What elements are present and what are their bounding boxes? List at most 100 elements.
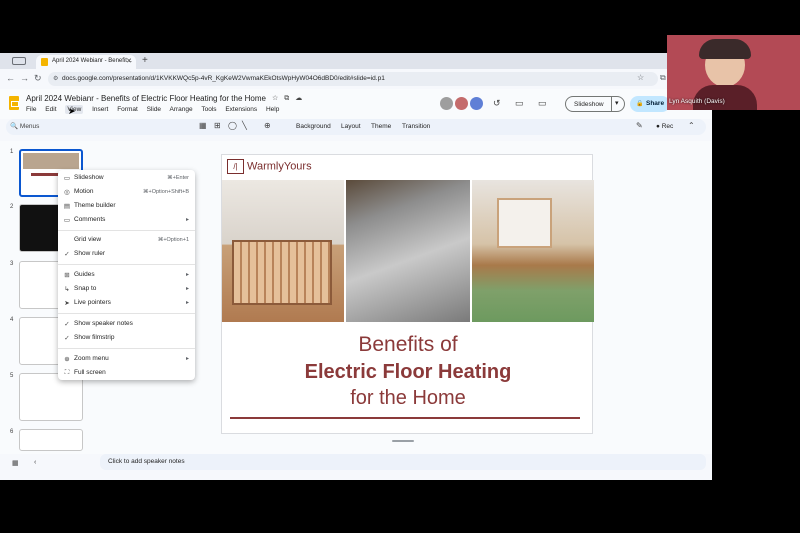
menu-item-show-filmstrip[interactable]: ✓ Show filmstrip (58, 333, 195, 345)
share-button[interactable]: 🔒 Share (630, 96, 670, 112)
menu-item-label: Show filmstrip (74, 334, 115, 341)
guides-icon: ⊞ (64, 272, 70, 279)
submenu-arrow-icon: ▸ (185, 356, 189, 362)
avatar[interactable] (470, 97, 483, 110)
floor-photo-1[interactable] (222, 180, 344, 322)
menu-item-snap-to[interactable]: ↳ Snap to ▸ (58, 284, 195, 296)
slide-number: 6 (10, 429, 14, 435)
url-input[interactable]: ⚙ docs.google.com/presentation/d/1KVKKWQ… (48, 72, 658, 86)
menu-item-theme-builder[interactable]: ▤ Theme builder (58, 201, 195, 213)
snap-icon: ↳ (64, 286, 70, 293)
grid-view-icon[interactable]: ▦ (12, 459, 19, 467)
tab-search-icon[interactable] (12, 57, 26, 65)
document-title[interactable]: April 2024 Webianr - Benefits of Electri… (26, 94, 266, 103)
avatar[interactable] (440, 97, 453, 110)
menu-format[interactable]: Format (117, 106, 138, 113)
slideshow-button[interactable]: Slideshow ▾ (565, 96, 625, 112)
menu-insert[interactable]: Insert (92, 106, 108, 113)
speaker-notes-placeholder: Click to add speaker notes (108, 458, 185, 465)
line-icon[interactable]: ╲ (242, 121, 247, 130)
cloud-status-icon[interactable]: ☁ (295, 95, 302, 102)
menu-tools[interactable]: Tools (201, 106, 216, 113)
collapse-toolbar-icon[interactable]: ⌃ (688, 121, 695, 130)
menu-item-grid-view[interactable]: Grid view ⌘+Option+1 (58, 235, 195, 247)
site-info-icon[interactable]: ⚙ (53, 75, 58, 82)
menu-item-zoom-menu[interactable]: ⊕ Zoom menu ▸ (58, 354, 195, 366)
slide-number: 3 (10, 261, 14, 267)
theme-button[interactable]: Theme (371, 123, 391, 130)
collapse-filmstrip-icon[interactable]: ‹ (34, 459, 36, 466)
view-menu: ▭ Slideshow ⌘+Enter ◎ Motion ⌘+Option+Sh… (58, 170, 195, 380)
menu-item-motion[interactable]: ◎ Motion ⌘+Option+Shift+B (58, 187, 195, 199)
logo-text: WarmlyYours (247, 160, 312, 173)
rec-label: Rec (661, 123, 674, 130)
menu-item-label: Grid view (74, 236, 102, 243)
menu-arrange[interactable]: Arrange (170, 106, 193, 113)
speaker-notes[interactable]: Click to add speaker notes (100, 454, 706, 470)
menu-bar: File Edit View Insert Format Slide Arran… (26, 105, 286, 114)
pointer-icon: ➤ (64, 300, 70, 307)
history-icon[interactable]: ↺ (493, 98, 501, 109)
menu-item-guides[interactable]: ⊞ Guides ▸ (58, 270, 195, 282)
thumb-image (23, 153, 79, 169)
share-label: Share (646, 100, 665, 107)
menus-search[interactable]: 🔍 Menus (10, 122, 39, 130)
menu-item-full-screen[interactable]: ⛶ Full screen (58, 368, 195, 380)
background-button[interactable]: Background (296, 123, 331, 130)
toolbar: 🔍 Menus ▦ ⊞ ◯ ╲ ⊕ Background Layout Them… (6, 119, 706, 135)
theme-builder-icon: ▤ (63, 203, 71, 210)
photo-strip (222, 180, 594, 322)
floor-photo-3[interactable] (472, 180, 594, 322)
transition-button[interactable]: Transition (402, 123, 430, 130)
url-text: docs.google.com/presentation/d/1KVKKWQc5… (62, 75, 385, 82)
rec-button[interactable]: ● Rec (656, 123, 673, 130)
bookmark-star-icon[interactable]: ☆ (637, 73, 644, 82)
comment-add-icon[interactable]: ⊕ (264, 121, 271, 130)
forward-icon[interactable]: → (20, 73, 29, 83)
layout-button[interactable]: Layout (341, 123, 361, 130)
reload-icon[interactable]: ↻ (34, 73, 42, 84)
shortcut: ⌘+Enter (167, 175, 189, 181)
slideshow-icon: ▭ (63, 175, 71, 182)
browser-tab[interactable]: April 2024 Webianr - Benefit... ✕ (36, 55, 136, 69)
menu-item-slideshow[interactable]: ▭ Slideshow ⌘+Enter (58, 173, 195, 185)
menu-item-live-pointers[interactable]: ➤ Live pointers ▸ (58, 298, 195, 310)
back-icon[interactable]: ← (6, 73, 15, 83)
menu-help[interactable]: Help (266, 106, 279, 113)
video-call-icon[interactable]: ▭ (538, 98, 547, 109)
star-icon[interactable]: ☆ (272, 95, 278, 102)
slide-thumbnail-5[interactable] (19, 373, 83, 421)
menu-file[interactable]: File (26, 106, 36, 113)
menu-extensions[interactable]: Extensions (225, 106, 257, 113)
webcam-overlay: Lyn Asquith (Davis) (667, 35, 800, 110)
menu-item-label: Slideshow (74, 174, 104, 181)
menu-item-comments[interactable]: ▭ Comments ▸ (58, 215, 195, 227)
slides-logo-icon[interactable] (9, 96, 19, 110)
floor-photo-2[interactable] (346, 180, 470, 322)
text-box-icon[interactable]: ⊞ (214, 121, 221, 130)
menu-item-show-speaker-notes[interactable]: ✓ Show speaker notes (58, 319, 195, 331)
lock-icon: 🔒 (636, 101, 644, 107)
screen: April 2024 Webianr - Benefit... ✕ + ← → … (0, 0, 800, 533)
move-icon[interactable]: ⧉ (284, 95, 289, 102)
shape-icon[interactable]: ◯ (228, 121, 237, 130)
pen-icon[interactable]: ✎ (636, 121, 643, 130)
notes-resize-handle[interactable] (392, 440, 414, 442)
comment-icon[interactable]: ▭ (515, 98, 524, 109)
current-slide[interactable]: /| WarmlyYours Benefits of Electric Floor… (221, 154, 594, 434)
slide-thumbnail-6[interactable] (19, 429, 83, 451)
select-icon[interactable]: ▦ (199, 121, 207, 130)
shortcut: ⌘+Option+Shift+B (142, 189, 189, 195)
chevron-down-icon[interactable]: ▾ (615, 99, 619, 107)
warmlyyours-logo: /| WarmlyYours (227, 159, 312, 174)
close-tab-icon[interactable]: ✕ (126, 57, 132, 65)
avatar[interactable] (455, 97, 468, 110)
tab-title: April 2024 Webianr - Benefit... (52, 58, 132, 64)
title-underline (230, 417, 580, 419)
menu-slide[interactable]: Slide (147, 106, 161, 113)
menu-edit[interactable]: Edit (45, 106, 56, 113)
extensions-icon[interactable]: ⧉ (660, 73, 666, 83)
menu-item-show-ruler[interactable]: ✓ Show ruler (58, 249, 195, 261)
mouse-cursor-icon: ➤ (68, 106, 76, 116)
new-tab-icon[interactable]: + (142, 55, 148, 66)
